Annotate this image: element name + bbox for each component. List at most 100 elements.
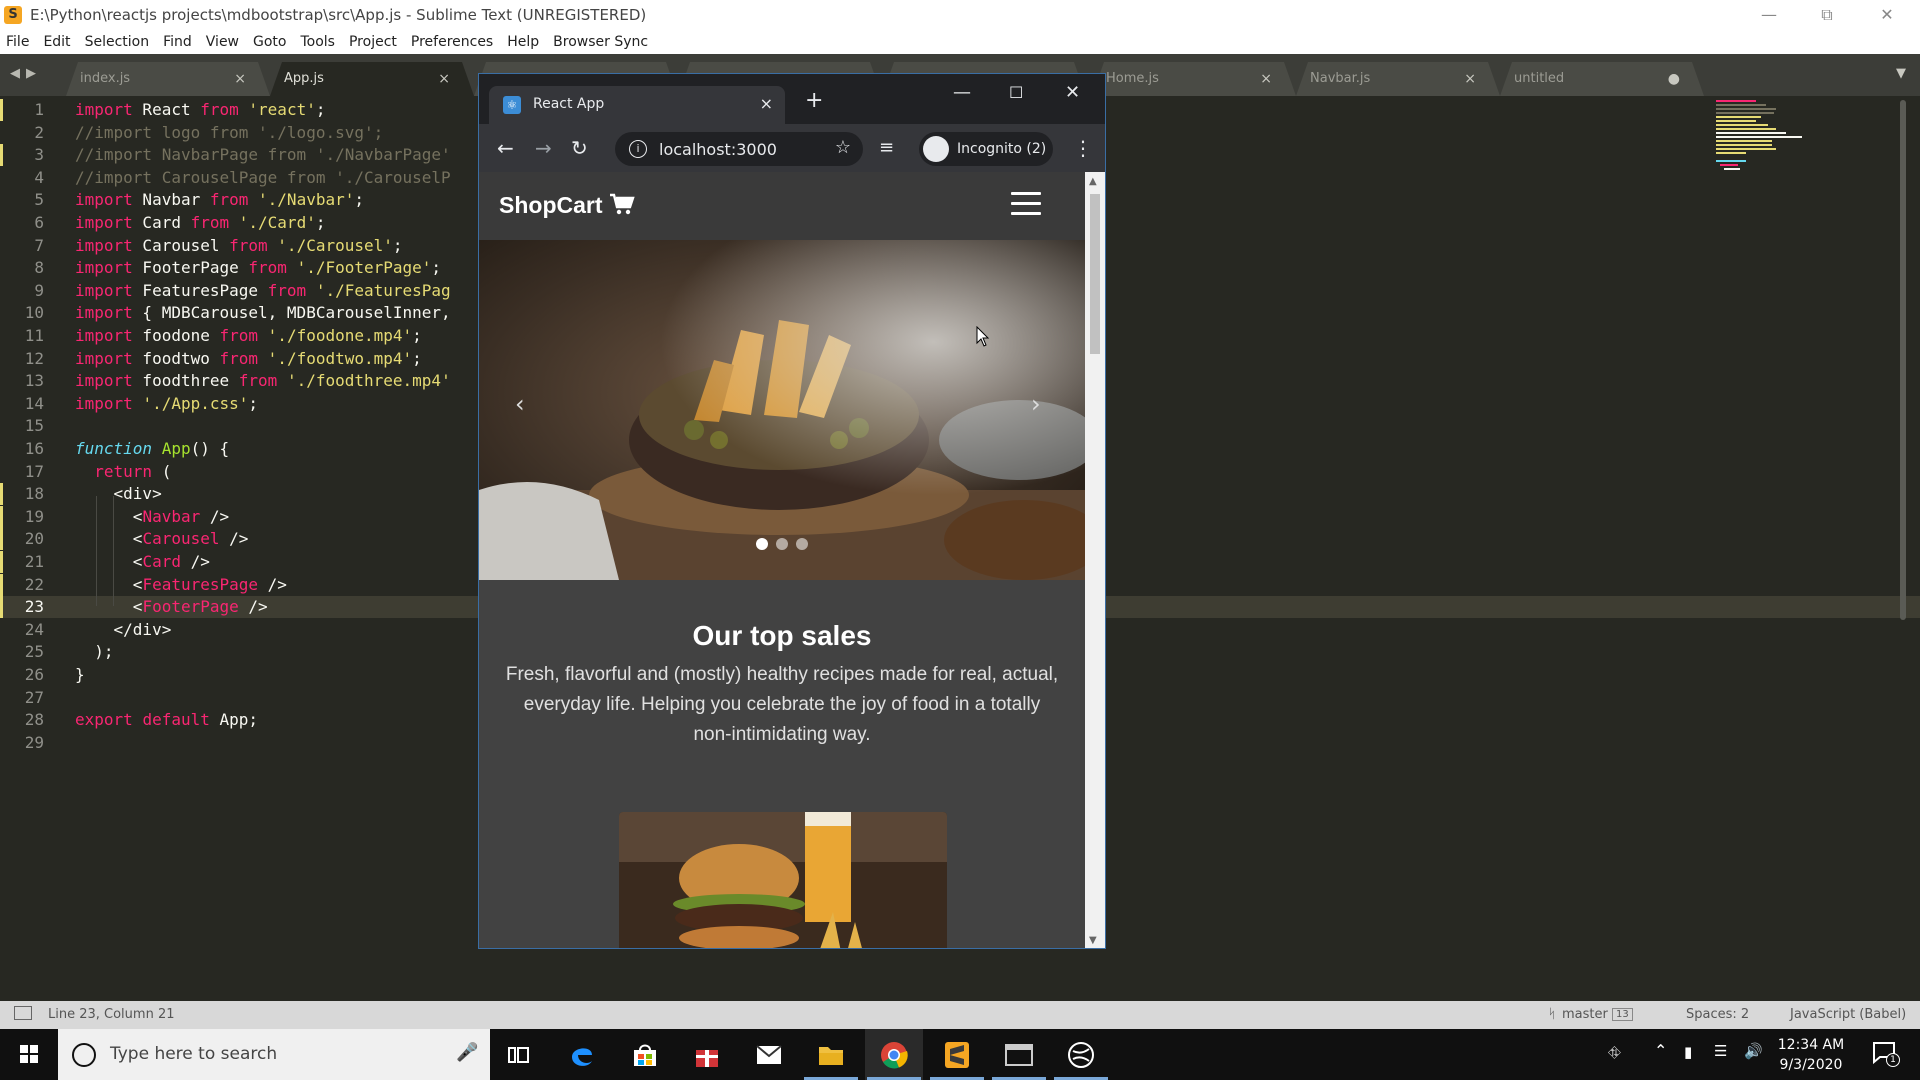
carousel-indicator-dot[interactable] <box>776 538 788 550</box>
clock[interactable]: 12:34 AM 9/3/2020 <box>1766 1035 1856 1075</box>
menu-tools[interactable]: Tools <box>300 34 335 50</box>
browser-tab-close-icon[interactable]: × <box>760 94 773 113</box>
carousel-indicator-dot[interactable] <box>756 538 768 550</box>
taskbar-search-box[interactable]: Type here to search 🎤 <box>58 1029 490 1080</box>
edge-icon[interactable] <box>553 1029 611 1080</box>
scroll-up-icon[interactable]: ▲ <box>1089 176 1097 187</box>
site-info-icon[interactable]: i <box>629 140 647 158</box>
menu-browser-sync[interactable]: Browser Sync <box>553 34 648 50</box>
store-icon[interactable] <box>616 1029 674 1080</box>
menu-project[interactable]: Project <box>349 34 397 50</box>
back-arrow-icon[interactable]: ← <box>497 136 514 160</box>
code-line[interactable]: import './App.css'; <box>75 393 258 415</box>
menu-goto[interactable]: Goto <box>253 34 286 50</box>
reading-list-icon[interactable]: ≡ <box>879 137 894 158</box>
menu-edit[interactable]: Edit <box>43 34 70 50</box>
editor-scrollbar[interactable] <box>1896 96 1910 996</box>
forward-arrow-icon[interactable]: → <box>535 136 552 160</box>
tab-scroll-arrows[interactable]: ◀▶ <box>10 66 42 81</box>
browser-tab[interactable]: ⚛ React App × <box>489 86 785 124</box>
code-line[interactable]: import foodthree from './foodthree.mp4' <box>75 370 451 392</box>
task-view-icon[interactable] <box>490 1029 548 1080</box>
tab-navbar-js[interactable]: Navbar.js × <box>1296 62 1500 96</box>
tab-index-js[interactable]: index.js × <box>66 62 270 96</box>
code-line[interactable]: } <box>75 664 85 686</box>
tab-app-js[interactable]: App.js × <box>270 62 474 96</box>
file-explorer-icon[interactable] <box>802 1029 860 1080</box>
code-line[interactable]: import Card from './Card'; <box>75 212 325 234</box>
code-line[interactable]: import foodone from './foodone.mp4'; <box>75 325 422 347</box>
battery-icon[interactable]: ▮ <box>1684 1043 1692 1061</box>
browser-close-icon[interactable]: ✕ <box>1065 82 1080 103</box>
app-icon[interactable] <box>1052 1029 1110 1080</box>
unsaved-dot-icon[interactable]: ● <box>1668 62 1680 96</box>
code-line[interactable]: //import CarouselPage from './CarouselP <box>75 167 451 189</box>
code-line[interactable]: //import logo from './logo.svg'; <box>75 122 383 144</box>
code-line[interactable]: import foodtwo from './foodtwo.mp4'; <box>75 348 422 370</box>
code-line[interactable]: return ( <box>75 461 171 483</box>
people-icon[interactable]: ⛗ <box>1608 1043 1621 1063</box>
tab-close-icon[interactable]: × <box>234 62 246 96</box>
scroll-down-icon[interactable]: ▼ <box>1089 935 1097 946</box>
page-scrollbar-thumb[interactable] <box>1090 194 1100 354</box>
browser-minimize-icon[interactable]: — <box>953 82 971 103</box>
code-line[interactable]: function App() { <box>75 438 229 460</box>
code-line[interactable]: //import NavbarPage from './NavbarPage' <box>75 144 451 166</box>
code-line[interactable]: import FeaturesPage from './FeaturesPag <box>75 280 451 302</box>
incognito-profile-button[interactable]: Incognito (2) <box>919 132 1053 166</box>
code-line[interactable]: export default App; <box>75 709 258 731</box>
restore-button[interactable]: ⧉ <box>1798 0 1856 30</box>
code-line[interactable]: <Carousel /> <box>75 528 249 550</box>
minimize-button[interactable]: — <box>1740 0 1798 30</box>
code-line[interactable]: <FeaturesPage /> <box>75 574 287 596</box>
volume-icon[interactable]: 🔊 <box>1744 1042 1763 1060</box>
tab-close-icon[interactable]: × <box>1464 62 1476 96</box>
code-line[interactable]: import Navbar from './Navbar'; <box>75 189 364 211</box>
tab-home-js[interactable]: Home.js × <box>1092 62 1296 96</box>
code-line[interactable]: <Navbar /> <box>75 506 229 528</box>
page-scrollbar[interactable]: ▲ ▼ <box>1085 172 1105 948</box>
browser-menu-icon[interactable]: ⋮ <box>1073 136 1093 160</box>
gift-icon[interactable] <box>678 1029 736 1080</box>
code-line[interactable]: <FooterPage /> <box>75 596 268 618</box>
code-line[interactable]: import { MDBCarousel, MDBCarouselInner, <box>75 302 451 324</box>
show-hidden-icons-icon[interactable]: ⌃ <box>1654 1041 1667 1060</box>
sublime-text-taskbar-icon[interactable] <box>928 1029 986 1080</box>
url-text[interactable]: localhost:3000 <box>659 140 777 159</box>
microphone-icon[interactable]: 🎤 <box>456 1042 478 1063</box>
close-button[interactable]: ✕ <box>1858 0 1916 30</box>
tab-list-dropdown-icon[interactable]: ▼ <box>1896 66 1906 81</box>
food-carousel[interactable]: ‹ › <box>479 240 1085 580</box>
menu-find[interactable]: Find <box>163 34 192 50</box>
code-line[interactable]: import FooterPage from './FooterPage'; <box>75 257 441 279</box>
start-button[interactable] <box>0 1029 58 1080</box>
code-line[interactable]: import React from 'react'; <box>75 99 325 121</box>
new-tab-button[interactable]: + <box>805 88 823 113</box>
panel-toggle-icon[interactable] <box>14 1006 32 1020</box>
hamburger-menu-icon[interactable] <box>1011 192 1041 216</box>
code-line[interactable]: import Carousel from './Carousel'; <box>75 235 403 257</box>
menu-view[interactable]: View <box>206 34 239 50</box>
product-card-image[interactable] <box>619 812 947 948</box>
mail-icon[interactable] <box>740 1029 798 1080</box>
menu-preferences[interactable]: Preferences <box>411 34 493 50</box>
indentation-setting[interactable]: Spaces: 2 <box>1686 1007 1749 1022</box>
address-bar[interactable]: i localhost:3000 ☆ <box>615 132 863 166</box>
code-line[interactable]: </div> <box>75 619 172 641</box>
menu-help[interactable]: Help <box>507 34 539 50</box>
tab-close-icon[interactable]: × <box>1260 62 1272 96</box>
code-line[interactable]: <div> <box>75 483 162 505</box>
site-brand[interactable]: ShopCart <box>499 192 635 219</box>
git-branch[interactable]: master <box>1562 1007 1608 1022</box>
reload-icon[interactable]: ↻ <box>571 136 588 160</box>
action-center-icon[interactable]: 1 <box>1872 1041 1900 1067</box>
minimap[interactable] <box>1712 96 1822 176</box>
tab-close-icon[interactable]: × <box>438 62 450 96</box>
terminal-icon[interactable] <box>990 1029 1048 1080</box>
browser-maximize-icon[interactable]: ☐ <box>1009 83 1023 102</box>
chrome-icon[interactable] <box>865 1029 923 1080</box>
syntax-setting[interactable]: JavaScript (Babel) <box>1790 1007 1906 1022</box>
tab-untitled[interactable]: untitled ● <box>1500 62 1704 96</box>
code-line[interactable]: ); <box>75 641 113 663</box>
carousel-next-icon[interactable]: › <box>1031 390 1041 418</box>
